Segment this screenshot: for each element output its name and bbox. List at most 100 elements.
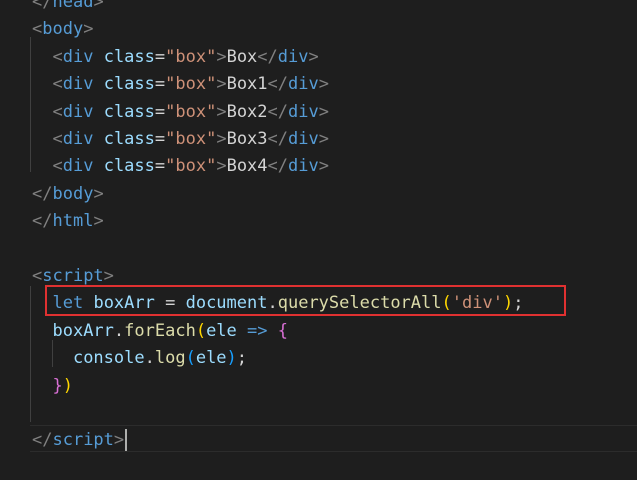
code-token: script: [52, 430, 114, 451]
code-token: ): [502, 293, 514, 314]
code-token: (: [185, 348, 196, 369]
code-token: >: [113, 430, 125, 451]
code-token: "box": [165, 101, 217, 122]
code-token: </: [32, 430, 53, 451]
code-token: head: [52, 0, 94, 12]
code-token: "box": [165, 156, 217, 177]
code-token: </: [257, 46, 278, 67]
code-token: </: [32, 183, 53, 204]
code-line: <div class="box">Box1</div>: [32, 71, 329, 98]
code-token: =: [154, 293, 186, 314]
code-token: >: [83, 19, 94, 40]
code-token: <: [32, 19, 43, 40]
code-token: >: [318, 101, 329, 122]
code-token: }: [52, 375, 63, 396]
code-token: Box1: [226, 74, 268, 95]
code-token: log: [154, 348, 186, 369]
code-token: 'div': [451, 293, 503, 314]
code-token: </: [32, 0, 53, 12]
code-token: Box2: [226, 101, 268, 122]
code-token: .: [144, 348, 155, 369]
code-token: >: [216, 46, 227, 67]
code-token: class: [103, 129, 155, 149]
code-token: >: [216, 129, 227, 149]
code-token: ;: [513, 293, 524, 314]
code-token: >: [93, 211, 104, 232]
code-token: >: [318, 156, 329, 177]
text-cursor: [125, 429, 128, 452]
code-token: >: [216, 74, 227, 95]
code-token: <: [52, 101, 63, 122]
code-token: div: [277, 46, 309, 67]
code-token: ele: [206, 320, 237, 341]
code-token: div: [62, 74, 94, 95]
code-token: querySelectorAll: [277, 293, 442, 314]
code-token: =: [154, 129, 166, 149]
code-line: </body>: [32, 181, 104, 208]
code-token: ;: [236, 348, 248, 369]
code-token: class: [103, 74, 155, 95]
code-line: let boxArr = document.querySelectorAll('…: [32, 290, 523, 317]
code-token: div: [62, 129, 94, 149]
code-token: Box: [226, 46, 258, 67]
code-token: "box": [165, 129, 217, 149]
code-token: .: [113, 320, 125, 341]
code-token: div: [288, 129, 319, 149]
code-token: </: [267, 156, 289, 177]
code-line: }): [32, 373, 73, 400]
code-token: >: [93, 0, 104, 12]
code-token: script: [42, 266, 104, 286]
code-token: >: [318, 74, 329, 95]
code-token: (: [441, 293, 452, 314]
code-line: </script>: [32, 427, 128, 454]
code-token: >: [93, 183, 104, 204]
code-token: div: [288, 101, 319, 122]
code-token: ): [226, 348, 237, 369]
code-token: "box": [165, 46, 217, 67]
code-token: body: [52, 183, 94, 204]
code-token: </: [267, 74, 289, 95]
code-line: <div class="box">Box4</div>: [32, 153, 329, 180]
code-token: >: [216, 101, 227, 122]
code-token: >: [308, 46, 319, 67]
code-token: >: [216, 156, 227, 177]
code-token: =: [154, 46, 166, 67]
code-token: (: [195, 320, 207, 341]
code-token: <: [52, 46, 63, 67]
code-line: console.log(ele);: [32, 345, 247, 372]
code-line: boxArr.forEach(ele => {: [32, 318, 288, 345]
code-token: console: [72, 348, 145, 369]
code-token: div: [62, 156, 94, 177]
code-token: "box": [165, 74, 217, 95]
code-token: <: [52, 156, 63, 177]
code-token: Box3: [226, 129, 268, 149]
code-token: div: [62, 46, 94, 67]
code-line: <div class="box">Box3</div>: [32, 126, 329, 153]
code-token: class: [103, 101, 155, 122]
code-token: ): [62, 375, 73, 396]
code-token: </: [267, 101, 289, 122]
code-token: <: [32, 266, 43, 286]
indent-guide: [30, 37, 31, 172]
code-editor[interactable]: </head> <body> <div class="box">Box</div>…: [0, 0, 637, 480]
code-token: .: [267, 293, 278, 314]
code-token: </: [267, 129, 289, 149]
code-token: boxArr: [93, 293, 155, 314]
code-token: boxArr: [52, 320, 114, 341]
code-token: =: [154, 74, 166, 95]
code-token: =: [154, 101, 166, 122]
code-token: Box4: [226, 156, 268, 177]
